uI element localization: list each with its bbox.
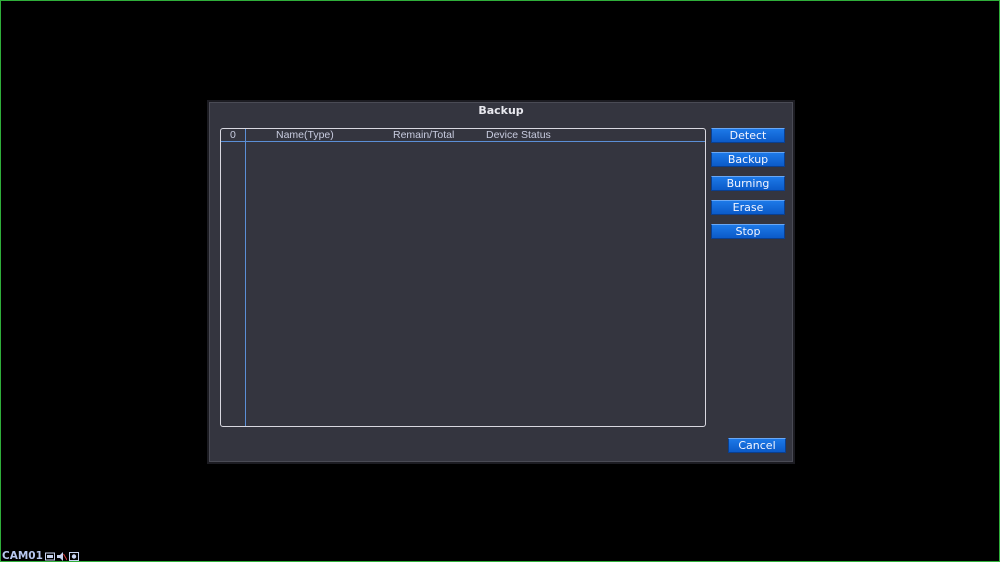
backup-dialog: Backup 0 Name(Type) Remain/Total Device …	[207, 100, 795, 464]
column-divider	[245, 129, 246, 426]
detect-button[interactable]: Detect	[711, 128, 785, 143]
column-header-status: Device Status	[486, 129, 551, 141]
backup-button[interactable]: Backup	[711, 152, 785, 167]
list-header: 0 Name(Type) Remain/Total Device Status	[221, 129, 705, 142]
erase-button[interactable]: Erase	[711, 200, 785, 215]
camera-label: CAM01	[2, 550, 43, 562]
column-header-index: 0	[230, 129, 236, 141]
dialog-title: Backup	[478, 104, 524, 117]
stop-button[interactable]: Stop	[711, 224, 785, 239]
cancel-button[interactable]: Cancel	[728, 438, 786, 453]
record-icon	[44, 552, 55, 560]
device-list[interactable]: 0 Name(Type) Remain/Total Device Status	[220, 128, 706, 427]
audio-muted-icon	[56, 551, 67, 561]
column-header-name: Name(Type)	[276, 129, 334, 141]
camera-status-bar: CAM01	[2, 550, 79, 562]
motion-icon	[68, 551, 79, 561]
column-header-remain: Remain/Total	[393, 129, 455, 141]
burning-button[interactable]: Burning	[711, 176, 785, 191]
screen: Backup 0 Name(Type) Remain/Total Device …	[0, 0, 1000, 562]
